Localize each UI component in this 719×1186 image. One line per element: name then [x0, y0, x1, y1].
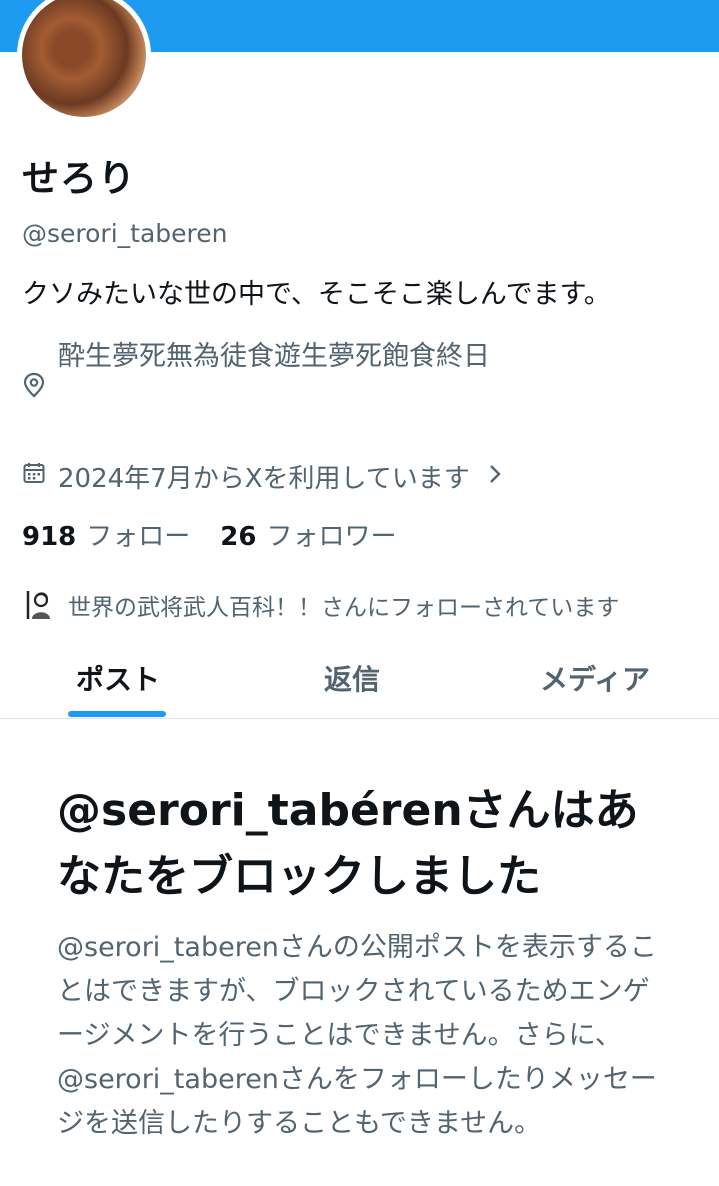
followed-by-row[interactable]: 世界の武将武人百科！！さんにフォローされています — [22, 588, 619, 622]
following-label: フォロー — [86, 522, 191, 552]
following-link[interactable]: 918 フォロー — [22, 522, 190, 552]
followers-link[interactable]: 26 フォロワー — [220, 522, 396, 552]
display-name: せろり — [22, 157, 136, 200]
follower-avatar-icon — [22, 589, 54, 621]
chevron-right-icon — [488, 462, 502, 492]
tab-posts[interactable]: ポスト — [76, 658, 160, 698]
location-text: 酔生夢死無為徒食遊生夢死飽食終日 — [58, 341, 490, 372]
following-count: 918 — [22, 522, 77, 552]
avatar[interactable] — [17, 0, 151, 122]
follow-counts: 918 フォロー 26 フォロワー — [22, 516, 397, 553]
tab-replies[interactable]: 返信 — [324, 658, 380, 698]
calendar-icon — [22, 461, 46, 492]
blocked-notice-description: @serori_taberenさんの公開ポストを表示することはできますが、ブロッ… — [57, 932, 657, 1139]
joined-date-text: 2024年7月からXを利用しています — [58, 464, 470, 494]
active-tab-indicator — [68, 711, 166, 717]
followers-label: フォロワー — [266, 522, 397, 552]
tab-media[interactable]: メディア — [540, 658, 650, 698]
avatar-image — [22, 0, 146, 117]
blocked-notice-title: @serori_tabérenさんはあなたをブロックしました — [57, 785, 639, 902]
profile-bio: クソみたいな世の中で、そこそこ楽しんでます。 — [22, 279, 611, 310]
joined-date-row[interactable]: 2024年7月からXを利用しています — [22, 458, 502, 495]
user-handle: @serori_taberen — [22, 219, 228, 248]
profile-tabs: ポスト 返信 メディア — [0, 640, 719, 719]
followed-by-text: 世界の武将武人百科！！さんにフォローされています — [68, 595, 620, 621]
followers-count: 26 — [220, 522, 257, 552]
location-icon — [22, 372, 46, 402]
